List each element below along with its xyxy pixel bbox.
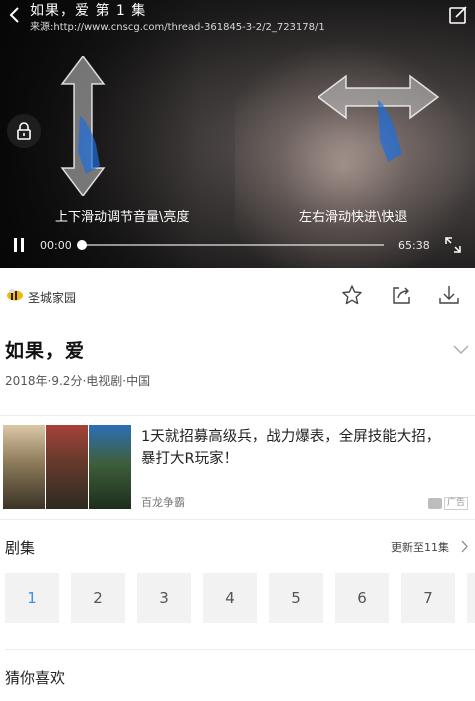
ad-headline[interactable]: 1天就招募高级兵，战力爆表，全屏技能大招，暴打大R玩家！ xyxy=(141,426,441,470)
divider xyxy=(0,519,475,520)
show-title: 如果，爱 xyxy=(5,340,86,362)
episode-button-4[interactable]: 4 xyxy=(203,573,257,623)
pause-icon[interactable] xyxy=(13,238,27,252)
recommendations-title: 猜你喜欢 xyxy=(5,669,66,687)
player-top-bar: 如果，爱 第 1 集 来源:http://www.cnscg.com/threa… xyxy=(0,0,475,40)
show-meta: 2018年·9.2分·电视剧·中国 xyxy=(5,374,151,388)
seek-hint: 左右滑动快进\快退 xyxy=(299,210,408,225)
video-title: 如果，爱 第 1 集 xyxy=(30,3,147,19)
episode-button-7[interactable]: 7 xyxy=(401,573,455,623)
ad-close-icon[interactable] xyxy=(428,498,442,509)
episode-button-5[interactable]: 5 xyxy=(269,573,323,623)
video-source-url: 来源:http://www.cnscg.com/thread-361845-3-… xyxy=(30,22,325,33)
site-name: 圣城家园 xyxy=(28,291,77,305)
divider xyxy=(0,415,475,416)
star-icon[interactable] xyxy=(340,283,364,307)
episode-button-6[interactable]: 6 xyxy=(335,573,389,623)
divider xyxy=(5,649,475,650)
back-icon[interactable] xyxy=(6,4,24,26)
fullscreen-icon[interactable] xyxy=(444,236,462,254)
screen-lock-button[interactable] xyxy=(7,114,41,148)
episode-list: 1234567 xyxy=(5,573,475,623)
lock-icon xyxy=(17,122,31,140)
episode-button-3[interactable]: 3 xyxy=(137,573,191,623)
vertical-swipe-gesture-icon xyxy=(60,56,106,196)
volume-brightness-hint: 上下滑动调节音量\亮度 xyxy=(55,210,190,225)
ad-brand: 百龙争霸 xyxy=(141,496,185,509)
download-icon[interactable] xyxy=(437,283,461,307)
episode-button-partial[interactable] xyxy=(467,573,475,623)
source-row: 圣城家园 xyxy=(0,281,475,311)
episode-button-1[interactable]: 1 xyxy=(5,573,59,623)
share-icon[interactable] xyxy=(389,283,413,307)
site-logo-icon xyxy=(7,289,23,301)
total-time: 65:38 xyxy=(398,239,430,252)
episode-button-2[interactable]: 2 xyxy=(71,573,125,623)
chevron-down-icon[interactable] xyxy=(452,342,470,356)
horizontal-swipe-gesture-icon xyxy=(318,74,440,162)
ad-image[interactable] xyxy=(3,425,131,509)
player-controls: 00:00 65:38 xyxy=(0,232,475,260)
episodes-title: 剧集 xyxy=(5,539,36,557)
ad-badge[interactable]: 广告 xyxy=(428,497,469,510)
edit-icon[interactable] xyxy=(447,4,469,26)
progress-bar[interactable] xyxy=(77,240,384,250)
video-player[interactable]: 如果，爱 第 1 集 来源:http://www.cnscg.com/threa… xyxy=(0,0,475,268)
chevron-right-icon[interactable] xyxy=(460,540,469,553)
ad-label: 广告 xyxy=(444,497,469,510)
episodes-update-status[interactable]: 更新至11集 xyxy=(391,539,449,555)
progress-handle[interactable] xyxy=(77,240,87,250)
current-time: 00:00 xyxy=(40,239,72,252)
